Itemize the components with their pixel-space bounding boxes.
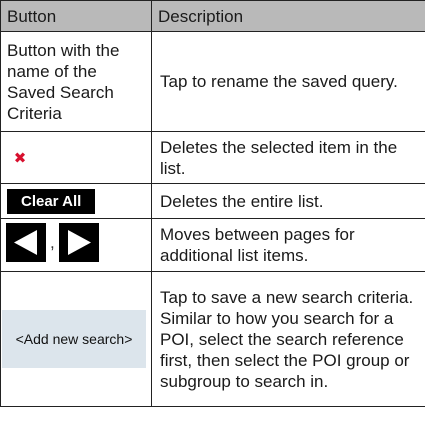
saved-search-name-button-text: Button with the name of the Saved Search… <box>0 31 152 132</box>
delete-button-cell: ✖ <box>0 131 152 184</box>
arrow-left-icon <box>14 230 37 255</box>
clear-all-button[interactable]: Clear All <box>7 188 96 214</box>
column-header-button: Button <box>0 0 152 32</box>
table-row: , Moves between pages for additional lis… <box>0 218 425 272</box>
arrow-right-icon <box>67 230 91 255</box>
row-description: Moves between pages for additional list … <box>151 218 425 272</box>
row-description: Tap to save a new search criteria. Simil… <box>151 271 425 407</box>
table-header-row: Button Description <box>0 0 425 32</box>
button-reference-table: Button Description Button with the name … <box>0 0 425 407</box>
row-description: Deletes the entire list. <box>151 183 425 219</box>
clear-all-cell: Clear All <box>0 183 152 219</box>
table-row: <Add new search> Tap to save a new searc… <box>0 271 425 407</box>
next-page-button[interactable] <box>58 223 99 262</box>
table-row: Button with the name of the Saved Search… <box>0 31 425 132</box>
previous-page-button[interactable] <box>6 223 46 262</box>
delete-x-icon[interactable]: ✖ <box>13 151 27 166</box>
add-new-search-button[interactable]: <Add new search> <box>2 310 146 368</box>
row-description: Deletes the selected item in the list. <box>151 131 425 184</box>
page-nav-cell: , <box>0 218 152 272</box>
page-nav-buttons: , <box>6 223 99 262</box>
row-description: Tap to rename the saved query. <box>151 31 425 132</box>
table-row: Clear All Deletes the entire list. <box>0 183 425 219</box>
table-row: ✖ Deletes the selected item in the list. <box>0 131 425 184</box>
column-header-description: Description <box>151 0 425 32</box>
nav-separator: , <box>50 233 55 252</box>
add-new-search-cell: <Add new search> <box>0 271 152 407</box>
